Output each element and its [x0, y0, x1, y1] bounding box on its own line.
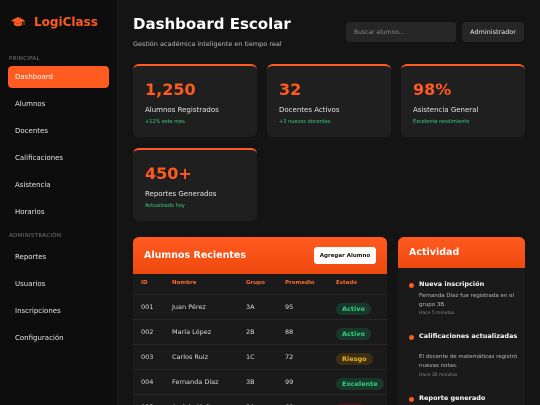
- cell-name: Juan Pérez: [172, 303, 206, 311]
- activity-panel: Actividad Nueva inscripción Fernanda Día…: [398, 237, 525, 405]
- table-row[interactable]: 002 María López 2B 88 Activo: [133, 319, 387, 344]
- cell-name: Fernanda Díaz: [172, 378, 219, 386]
- cell-id: 003: [141, 353, 154, 361]
- sidebar-item-inscripciones[interactable]: Inscripciones: [8, 300, 109, 322]
- page-subtitle: Gestión académica inteligente en tiempo …: [133, 40, 282, 48]
- cell-group: 3A: [246, 303, 255, 311]
- stat-label: Asistencia General: [413, 106, 479, 114]
- activity-dot-icon: [409, 335, 414, 340]
- column-header-grupo[interactable]: Grupo: [246, 280, 265, 286]
- status-badge: Activo: [336, 328, 371, 340]
- activity-desc: Fernanda Díaz fue registrada en el grupo…: [419, 293, 515, 308]
- section-label-principal: PRINCIPAL: [9, 56, 40, 62]
- sidebar-item-horarios[interactable]: Horarios: [8, 201, 109, 223]
- table-row[interactable]: 001 Juan Pérez 3A 95 Activo: [133, 294, 387, 319]
- status-badge: Riesgo: [336, 353, 373, 365]
- stat-label: Alumnos Registrados: [145, 106, 219, 114]
- column-header-nombre[interactable]: Nombre: [172, 280, 197, 286]
- table-row[interactable]: 003 Carlos Ruiz 1C 72 Riesgo: [133, 344, 387, 369]
- cell-name: Carlos Ruiz: [172, 353, 208, 361]
- stat-sub: +3 nuevos docentes: [279, 119, 331, 125]
- table-header: ID Nombre Grupo Promedio Estado: [133, 274, 387, 294]
- stat-card-asistencia: 98% Asistencia General Excelente rendimi…: [401, 64, 525, 137]
- stat-card-alumnos: 1,250 Alumnos Registrados +12% este mes: [133, 64, 257, 137]
- sidebar-item-reportes[interactable]: Reportes: [8, 246, 109, 268]
- stat-card-reportes: 450+ Reportes Generados Actualizado hoy: [133, 148, 257, 221]
- admin-button[interactable]: Administrador: [462, 22, 524, 42]
- activity-panel-title: Actividad: [409, 247, 460, 258]
- stat-value: 1,250: [145, 80, 196, 99]
- cell-name: María López: [172, 328, 212, 336]
- cell-group: 1C: [246, 353, 255, 361]
- section-label-admin: ADMINISTRACIÓN: [9, 233, 62, 239]
- activity-time: Hace 5 minutos: [419, 311, 455, 316]
- graduation-cap-icon: [10, 14, 26, 30]
- cell-group: 2B: [246, 328, 255, 336]
- stat-value: 32: [279, 80, 302, 99]
- column-header-id[interactable]: ID: [141, 280, 148, 286]
- sidebar: LogiClass PRINCIPAL Dashboard Alumnos Do…: [0, 0, 118, 405]
- cell-avg: 88: [285, 328, 294, 336]
- column-header-promedio[interactable]: Promedio: [285, 280, 315, 286]
- status-badge: Activo: [336, 303, 371, 315]
- brand-name: LogiClass: [34, 15, 98, 29]
- cell-id: 002: [141, 328, 154, 336]
- cell-id: 001: [141, 303, 154, 311]
- activity-title: Nueva inscripción: [419, 280, 485, 288]
- sidebar-item-asistencia[interactable]: Asistencia: [8, 174, 109, 196]
- brand[interactable]: LogiClass: [0, 0, 117, 44]
- stat-value: 450+: [145, 164, 192, 183]
- sidebar-item-usuarios[interactable]: Usuarios: [8, 273, 109, 295]
- table-row[interactable]: 005Andrés Molina2A60Baja: [133, 394, 387, 405]
- sidebar-item-alumnos[interactable]: Alumnos: [8, 93, 109, 115]
- students-panel-title: Alumnos Recientes: [144, 250, 247, 261]
- cell-avg: 95: [285, 303, 294, 311]
- cell-id: 004: [141, 378, 154, 386]
- page-title: Dashboard Escolar: [133, 15, 291, 33]
- stat-label: Docentes Activos: [279, 106, 340, 114]
- sidebar-item-dashboard[interactable]: Dashboard: [8, 66, 109, 88]
- activity-panel-header: Actividad: [398, 237, 525, 268]
- stat-sub: +12% este mes: [145, 119, 185, 125]
- activity-time: Hace 30 minutos: [419, 373, 458, 378]
- stat-sub: Actualizado hoy: [145, 203, 185, 209]
- sidebar-item-calificaciones[interactable]: Calificaciones: [8, 147, 109, 169]
- table-row[interactable]: 004 Fernanda Díaz 3B 99 Excelente: [133, 369, 387, 394]
- add-student-button[interactable]: Agregar Alumno: [314, 247, 376, 264]
- cell-avg: 99: [285, 378, 294, 386]
- stat-sub: Excelente rendimiento: [413, 119, 470, 125]
- activity-dot-icon: [409, 397, 414, 402]
- sidebar-item-configuracion[interactable]: Configuración: [8, 327, 109, 349]
- students-panel: Alumnos Recientes Agregar Alumno ID Nomb…: [133, 237, 387, 405]
- students-panel-header: Alumnos Recientes Agregar Alumno: [133, 237, 387, 274]
- search-input[interactable]: [346, 22, 456, 42]
- activity-title: Reporte generado: [419, 394, 486, 402]
- activity-title: Calificaciones actualizadas: [419, 332, 518, 340]
- cell-avg: 72: [285, 353, 294, 361]
- stat-label: Reportes Generados: [145, 190, 217, 198]
- column-header-estado[interactable]: Estado: [336, 280, 357, 286]
- stat-value: 98%: [413, 80, 452, 99]
- status-badge: Excelente: [336, 378, 384, 390]
- stat-card-docentes: 32 Docentes Activos +3 nuevos docentes: [267, 64, 391, 137]
- activity-desc: El docente de matemáticas registró nueva…: [419, 354, 518, 369]
- sidebar-item-docentes[interactable]: Docentes: [8, 120, 109, 142]
- activity-dot-icon: [409, 283, 414, 288]
- cell-group: 3B: [246, 378, 255, 386]
